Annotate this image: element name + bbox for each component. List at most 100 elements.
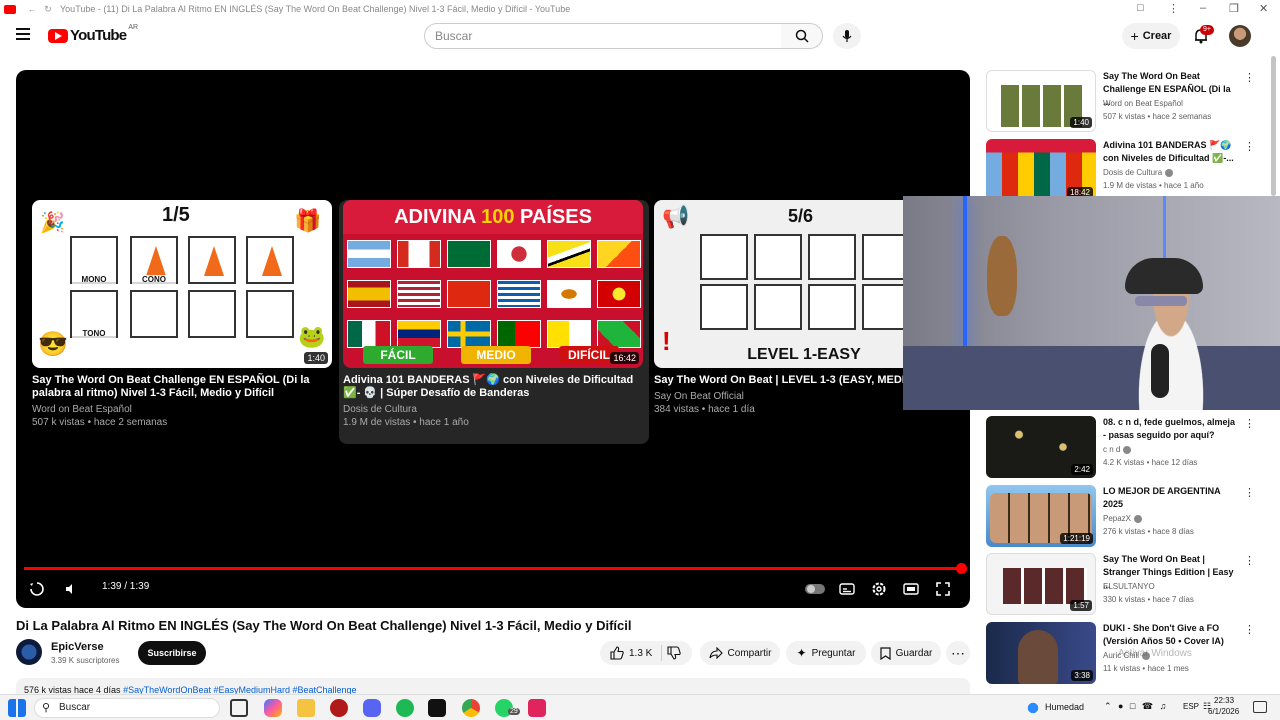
video-thumbnail: 1:40: [986, 70, 1096, 132]
autoplay-toggle[interactable]: [804, 578, 826, 600]
tiktok-icon[interactable]: [428, 699, 446, 717]
account-avatar[interactable]: [1229, 25, 1251, 47]
search-icon: ⚲: [42, 702, 51, 714]
language-indicator[interactable]: ESP: [1183, 702, 1199, 711]
more-options-icon[interactable]: ⋮: [1244, 417, 1255, 430]
browser-menu-icon[interactable]: ⋮: [1168, 2, 1179, 15]
replay-button[interactable]: [26, 578, 48, 600]
hamburger-menu-icon[interactable]: [16, 28, 30, 40]
streamer-glasses: [1135, 296, 1187, 306]
cell-label: MONO: [72, 275, 116, 284]
sparkle-icon: ✦: [796, 646, 807, 660]
search-input[interactable]: Buscar: [424, 23, 782, 49]
end-screen-video-1[interactable]: 1/5 🎉 🎁 MONO CONO TONO 😎 🐸 1:40 Say The …: [32, 200, 332, 444]
settings-button[interactable]: [868, 578, 890, 600]
recommended-video[interactable]: 1:21:19 LO MEJOR DE ARGENTINA 2025 Pepaz…: [986, 485, 1262, 549]
subscriber-count: 3.39 K suscriptores: [51, 656, 120, 665]
picture-cell: [754, 234, 802, 280]
progress-bar[interactable]: [24, 567, 962, 570]
recommended-title: Adivina 101 BANDERAS 🚩🌍 con Niveles de D…: [1103, 140, 1234, 163]
back-icon[interactable]: ←: [26, 3, 38, 15]
task-view-icon[interactable]: [230, 699, 248, 717]
subtitles-button[interactable]: [836, 578, 858, 600]
app-icon[interactable]: [528, 699, 546, 717]
like-button[interactable]: 1.3 K: [610, 646, 652, 660]
guitar-on-wall: [987, 236, 1017, 316]
notification-center-icon[interactable]: [1253, 701, 1267, 713]
end-screen-channel: Dosis de Cultura: [343, 404, 417, 415]
flag-brunei: [547, 240, 591, 268]
sidebar-scrollbar[interactable]: [1271, 56, 1276, 196]
flag-bhutan: [597, 240, 641, 268]
spotify-icon[interactable]: [396, 699, 414, 717]
subscribe-button[interactable]: Suscribirse: [138, 641, 206, 665]
headline-word: PAÍSES: [520, 206, 592, 228]
recommended-video[interactable]: 2:42 08. c n d, fede guelmos, almeja - p…: [986, 416, 1262, 480]
flag-south-korea: [497, 240, 541, 268]
youtube-play-icon: [48, 28, 68, 43]
dislike-button[interactable]: [667, 646, 682, 660]
level-label: FÁCIL: [363, 346, 433, 364]
voice-search-button[interactable]: [833, 23, 861, 49]
windows-start-icon[interactable]: [8, 699, 26, 717]
clock-date[interactable]: 6/1/2026: [1208, 707, 1239, 716]
flag-north-macedonia: [597, 280, 641, 308]
more-options-icon[interactable]: ⋮: [1244, 554, 1255, 567]
progress-scrubber[interactable]: [956, 563, 967, 574]
reload-icon[interactable]: ↻: [42, 3, 54, 15]
more-options-icon[interactable]: ⋮: [1244, 623, 1255, 636]
sunglasses-emoji-icon: 😎: [38, 331, 68, 358]
save-label: Guardar: [895, 647, 933, 659]
extensions-icon[interactable]: □: [1137, 2, 1144, 14]
minimize-icon[interactable]: –: [1200, 2, 1206, 14]
recommended-video[interactable]: 1:57 Say The Word On Beat | Stranger Thi…: [986, 553, 1262, 617]
search-button[interactable]: [781, 23, 823, 49]
tray-icons[interactable]: ● □ ☎ ♫: [1118, 701, 1168, 712]
youtube-logo[interactable]: YouTube AR: [48, 24, 138, 44]
more-options-icon[interactable]: ⋮: [1244, 140, 1255, 153]
flag-cyprus: [547, 280, 591, 308]
create-button[interactable]: + Crear: [1122, 23, 1180, 49]
video-duration: 2:42: [1071, 464, 1093, 475]
thumb-headline: ADIVINA 100 PAÍSES: [343, 200, 643, 234]
clock-time[interactable]: 22:33: [1214, 696, 1234, 705]
weather-icon[interactable]: [1024, 699, 1042, 717]
ask-button[interactable]: ✦ Preguntar: [786, 641, 866, 665]
fullscreen-button[interactable]: [932, 578, 954, 600]
more-actions-button[interactable]: ⋯: [946, 641, 970, 665]
save-button[interactable]: Guardar: [871, 641, 941, 665]
flag-sweden: [447, 320, 491, 348]
video-thumbnail: 1:57: [986, 553, 1096, 615]
thumb-fraction: 5/6: [788, 206, 814, 226]
picture-cell: [246, 236, 294, 284]
channel-name[interactable]: EpicVerse: [51, 641, 104, 653]
recommended-channel: ELSULTANYO: [1103, 582, 1155, 591]
picture-cell: [808, 234, 856, 280]
taskbar-search[interactable]: ⚲ Buscar: [34, 698, 220, 718]
discord-icon[interactable]: [363, 699, 381, 717]
video-player[interactable]: 1/5 🎉 🎁 MONO CONO TONO 😎 🐸 1:40 Say The …: [16, 70, 970, 608]
weather-label[interactable]: Humedad: [1045, 702, 1084, 712]
megaphone-icon: 📢: [662, 204, 690, 229]
chrome-icon[interactable]: [462, 699, 480, 717]
tray-chevron-icon[interactable]: ⌃: [1104, 701, 1112, 712]
more-options-icon[interactable]: ⋮: [1244, 486, 1255, 499]
file-explorer-icon[interactable]: [297, 699, 315, 717]
restore-icon[interactable]: ❐: [1229, 2, 1239, 15]
flag-mexico: [347, 320, 391, 348]
fullscreen-icon: [936, 582, 950, 596]
close-icon[interactable]: ✕: [1259, 2, 1268, 15]
video-thumbnail: 18:42: [986, 139, 1096, 201]
recommended-video[interactable]: 1:40 Say The Word On Beat Challenge EN E…: [986, 70, 1262, 134]
share-button[interactable]: Compartir: [700, 641, 780, 665]
app-icon[interactable]: [330, 699, 348, 717]
volume-button[interactable]: [60, 578, 82, 600]
end-screen-video-2[interactable]: ADIVINA 100 PAÍSES FÁCIL MEDIO DIFÍCIL 1…: [339, 200, 649, 444]
copilot-icon[interactable]: [264, 699, 282, 717]
recommended-video[interactable]: 18:42 Adivina 101 BANDERAS 🚩🌍 con Nivele…: [986, 139, 1262, 203]
more-options-icon[interactable]: ⋮: [1244, 71, 1255, 84]
theater-mode-button[interactable]: [900, 578, 922, 600]
headline-word: ADIVINA: [394, 206, 476, 228]
channel-avatar[interactable]: [16, 639, 42, 665]
end-screen-title: Adivina 101 BANDERAS 🚩🌍 con Niveles de D…: [343, 374, 634, 399]
